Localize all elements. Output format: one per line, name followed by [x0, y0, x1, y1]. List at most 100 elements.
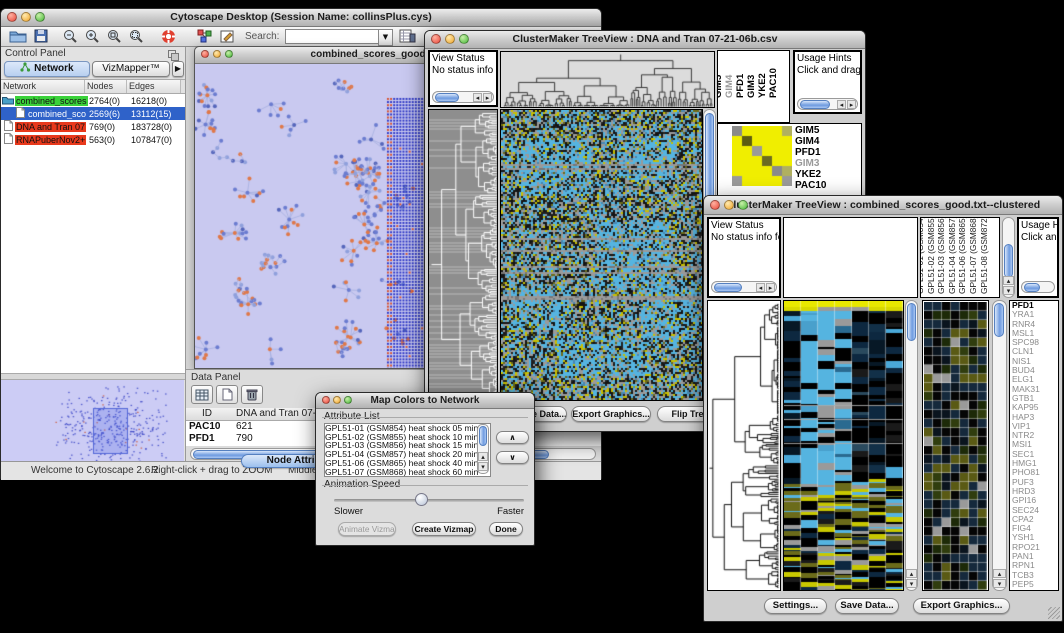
gene-label[interactable]: VIP1 [1012, 422, 1058, 431]
global-heatmap[interactable] [784, 301, 903, 590]
tv1-titlebar[interactable]: ClusterMaker TreeView : DNA and Tran 07-… [425, 31, 865, 49]
gene-label[interactable]: SPC98 [1012, 338, 1058, 347]
network-row[interactable]: combined_scores2764(0)16218(0) [1, 94, 185, 107]
tv2-status-hscroll[interactable]: ◂▸ [711, 281, 777, 293]
search-input[interactable] [285, 29, 379, 44]
gene-label[interactable]: ELG1 [1012, 375, 1058, 384]
dialog-titlebar[interactable]: Map Colors to Network [316, 393, 534, 409]
gene-label[interactable]: PAC10 [795, 180, 827, 191]
slider-thumb[interactable] [415, 493, 428, 506]
column-header[interactable]: ID [186, 408, 228, 420]
column-label[interactable]: GPL51-02 (GSM855) [926, 217, 936, 294]
gene-label[interactable]: SEC24 [1012, 506, 1058, 515]
tab-network[interactable]: Network [4, 61, 90, 77]
gene-label[interactable]: PEP5 [1012, 580, 1058, 589]
network-row[interactable]: DNA and Tran 07769(0)183728(0) [1, 120, 185, 133]
resize-grip[interactable] [1048, 607, 1060, 619]
save-data-button[interactable]: Save Data... [835, 598, 899, 614]
row-dendrogram[interactable] [429, 110, 497, 400]
zoom-button[interactable] [344, 396, 352, 404]
gene-label[interactable]: GIM3 [795, 158, 827, 169]
gene-label[interactable]: YRA1 [1012, 310, 1058, 319]
export-graphics-button[interactable]: Export Graphics... [913, 598, 1010, 614]
vscroll-thumb[interactable] [994, 303, 1004, 337]
scroll-down-icon[interactable]: ▾ [993, 579, 1006, 588]
zoom-button[interactable] [225, 50, 233, 58]
gene-label[interactable]: PFD1 [795, 147, 827, 158]
column-label[interactable]: GPL51-03 (GSM856) [936, 217, 946, 294]
save-session-icon[interactable] [34, 29, 48, 48]
close-button[interactable] [322, 396, 330, 404]
gene-label[interactable]: TCB3 [1012, 571, 1058, 580]
global-heatmap[interactable] [501, 110, 702, 400]
tv2-zoom-vscroll[interactable]: ▴▾ [992, 300, 1007, 591]
scroll-right-icon[interactable]: ▸ [766, 283, 775, 292]
scroll-up-icon[interactable]: ▴ [993, 569, 1006, 578]
table-mode-icon[interactable] [191, 385, 213, 404]
create-vizmap-button[interactable]: Create Vizmap [412, 522, 476, 536]
zoom-button[interactable] [738, 200, 748, 210]
gene-label[interactable]: CPA2 [1012, 515, 1058, 524]
column-label[interactable]: GPL51-04 (GSM857) [947, 217, 957, 294]
tv2-hints-hscroll[interactable] [1021, 281, 1055, 293]
gene-label[interactable]: MON2 [1012, 589, 1058, 591]
gene-label[interactable]: GTB1 [1012, 394, 1058, 403]
summary-matrix[interactable] [732, 126, 792, 186]
gene-label[interactable]: BUD4 [1012, 366, 1058, 375]
minimize-button[interactable] [445, 34, 455, 44]
scroll-down-icon[interactable]: ▾ [906, 579, 917, 588]
minimize-button[interactable] [213, 50, 221, 58]
column-label[interactable]: PAC10 [768, 68, 779, 98]
column-label[interactable]: GPL51-01 (GSM854) [920, 217, 925, 294]
gene-label[interactable]: CLN1 [1012, 347, 1058, 356]
scroll-down-icon[interactable]: ▾ [478, 462, 488, 471]
minimize-button[interactable] [724, 200, 734, 210]
scroll-left-icon[interactable]: ◂ [756, 283, 765, 292]
zoom-fit-icon[interactable] [129, 29, 144, 49]
row-dendrogram[interactable] [708, 301, 780, 590]
column-label[interactable]: GIM3 [746, 75, 757, 98]
network-row[interactable]: RNAPuberNov2+563(0)107847(0) [1, 133, 185, 146]
zoom-in-icon[interactable] [85, 29, 100, 49]
column-label[interactable]: PFD1 [735, 74, 746, 98]
gene-label[interactable]: RPO21 [1012, 543, 1058, 552]
gene-label[interactable]: RNR4 [1012, 320, 1058, 329]
gene-label[interactable]: SEC1 [1012, 450, 1058, 459]
minimize-button[interactable] [21, 12, 31, 22]
scroll-right-icon[interactable]: ▸ [483, 93, 492, 102]
gene-label[interactable]: GIM4 [795, 136, 827, 147]
column-header[interactable]: Network [1, 80, 85, 93]
scroll-up-icon[interactable]: ▴ [1003, 276, 1014, 285]
tab-vizmapper[interactable]: VizMapper™ [92, 61, 170, 77]
minimize-button[interactable] [333, 396, 341, 404]
zoom-button[interactable] [35, 12, 45, 22]
zoom-out-icon[interactable] [63, 29, 78, 49]
hscroll-thumb[interactable] [800, 100, 830, 109]
delete-attribute-icon[interactable] [241, 385, 263, 404]
column-label[interactable]: YKE2 [757, 73, 768, 98]
column-header[interactable]: Edges [127, 80, 181, 93]
gene-label[interactable]: NTR2 [1012, 431, 1058, 440]
move-up-button[interactable]: ∧ [496, 431, 529, 444]
column-label[interactable]: GPL51-06 (GSM865) [957, 217, 967, 294]
tv1-hints-hscroll[interactable]: ◂▸ [797, 98, 858, 110]
scroll-up-icon[interactable]: ▴ [906, 569, 917, 578]
scroll-up-icon[interactable]: ▴ [478, 452, 488, 461]
gene-label[interactable]: MAK31 [1012, 385, 1058, 394]
tab-overflow-arrow[interactable]: ▶ [172, 61, 184, 77]
column-header[interactable]: Nodes [85, 80, 127, 93]
help-lifesaver-icon[interactable] [161, 29, 176, 49]
gene-label[interactable]: GIM5 [795, 125, 827, 136]
export-graphics-button[interactable]: Export Graphics... [571, 406, 651, 422]
search-dropdown-icon[interactable]: ▼ [378, 29, 393, 46]
main-titlebar[interactable]: Cytoscape Desktop (Session Name: collins… [1, 9, 601, 27]
close-button[interactable] [7, 12, 17, 22]
animate-vizmap-button[interactable]: Animate Vizmap [338, 522, 396, 536]
gene-label[interactable]: FIG4 [1012, 524, 1058, 533]
scroll-left-icon[interactable]: ◂ [473, 93, 482, 102]
gene-label[interactable]: RPN1 [1012, 561, 1058, 570]
close-button[interactable] [431, 34, 441, 44]
vscroll-thumb[interactable] [907, 303, 916, 341]
gene-label[interactable]: YKE2 [795, 169, 827, 180]
zoom-selected-icon[interactable] [107, 29, 122, 49]
